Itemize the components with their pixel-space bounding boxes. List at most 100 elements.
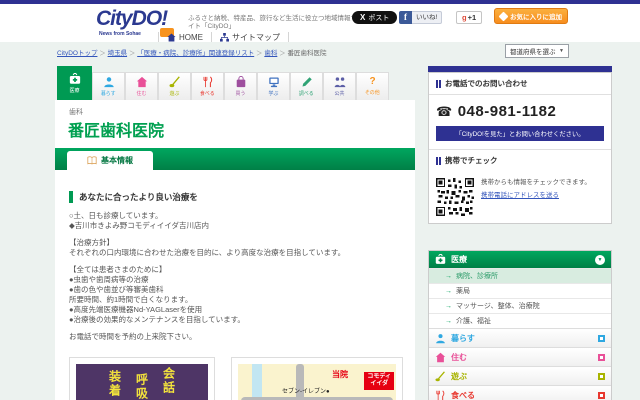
double-bar-icon [436,157,438,165]
send-address-link[interactable]: 携帯電話にアドレスを送る [481,191,559,200]
prefecture-select-label: 都道府県を選ぶ [510,46,556,56]
fork-knife-icon [202,76,214,88]
breadcrumb-separator: ＞ [99,50,106,57]
expand-icon[interactable] [598,392,605,399]
description-line [69,258,401,265]
map: 当院 コモディ イイダ セブン-イレブン● [238,364,396,400]
expand-icon[interactable] [598,354,605,361]
menu-medical-header[interactable]: 医療 ▼ [429,251,611,268]
clinic-poster-photo[interactable]: 会話 呼吸 装着 [69,357,215,400]
tab-label: 買う [236,89,246,96]
tab-learn[interactable]: 学ぶ [257,72,290,100]
menu-category-play[interactable]: 遊ぶ [429,366,611,385]
qr-description: 携帯からも情報をチェックできます。 携帯電話にアドレスを送る [481,178,604,216]
description-line: 所要時間、約1時間で白くなります。 [69,295,401,305]
contact-box: お電話でのお問い合わせ ☎ 048-981-1182 「CityDO!を見た」と… [428,72,612,224]
map-convenience-label: セブン-イレブン● [282,386,330,395]
map-clinic-label: 当院 [332,369,348,380]
tab-housing[interactable]: 住む [125,72,158,100]
medical-icon [435,254,446,265]
poster-image: 会話 呼吸 装着 [76,364,208,400]
nav-home-link[interactable]: HOME [167,33,203,42]
google-plus-one-button[interactable]: g +1 [456,11,482,24]
menu-item-massage[interactable]: → マッサージ、整体、治療院 [429,298,611,313]
medical-icon [69,73,81,85]
x-post-button[interactable]: X ポスト [352,11,397,24]
info-tab-bar: 基本情報 [55,148,415,170]
tab-label: その他 [365,88,380,95]
tab-medical[interactable]: 医療 [57,66,92,100]
menu-category-eat[interactable]: 食べる [429,385,611,400]
arrow-right-icon: → [445,273,452,280]
tab-basic-info[interactable]: 基本情報 [67,151,153,170]
prefecture-select[interactable]: 都道府県を選ぶ ▼ [505,44,569,58]
house-icon [435,352,446,363]
section-heading: あなたに合ったより良い治療を [69,191,401,203]
citydo-logo[interactable]: CityDO! [96,7,167,31]
category-label: 歯科 [69,107,415,117]
contact-box-title: お電話でのお問い合わせ [429,73,611,95]
description-line: ●高度先端医療機器Nd-YAGLaserを使用 [69,305,401,315]
category-label: 食べる [451,390,475,400]
menu-category-housing[interactable]: 住む [429,347,611,366]
poster-text: 会話 [161,367,178,400]
collapse-icon[interactable]: ▼ [595,255,605,265]
menu-item-pharmacy[interactable]: → 薬局 [429,283,611,298]
description-line: お電話で時間を予約の上来院下さい。 [69,332,401,342]
tab-shop[interactable]: 買う [224,72,257,100]
breadcrumb-category[interactable]: 歯科 [264,50,277,57]
description-line: ●虫歯や歯周病等の治療 [69,275,401,285]
page-title: 番匠歯科医院 [68,117,415,141]
arrow-right-icon: → [445,318,452,325]
tab-search[interactable]: 調べる [290,72,323,100]
poster-text: 呼吸 [134,373,151,400]
qr-code [436,178,474,216]
add-favorite-button[interactable]: お気に入りに追加 [494,8,568,24]
description-line: ●治療後の効果的なメンテナンスを目指しています。 [69,315,401,325]
menu-item-care[interactable]: → 介護、福祉 [429,313,611,328]
expand-icon[interactable] [598,335,605,342]
tab-eat[interactable]: 食べる [191,72,224,100]
tab-label: 住む [137,89,147,96]
menu-category-living[interactable]: 暮らす [429,328,611,347]
tab-play[interactable]: 遊ぶ [158,72,191,100]
content-zone: CityDOトップ ＞ 埼玉県 ＞ 「医療・病院、診療所」関連登録リスト ＞ 歯… [0,42,640,400]
tab-living[interactable]: 暮らす [92,72,125,100]
tab-public[interactable]: 公共 [323,72,356,100]
access-map-image[interactable]: 当院 コモディ イイダ セブン-イレブン● [231,357,403,400]
category-tab-bar: 医療 暮らす 住む 遊ぶ 食べる 買う [57,64,415,103]
book-icon [87,156,97,165]
fork-knife-icon [435,390,446,400]
breadcrumb-list[interactable]: 「医療・病院、診療所」関連登録リスト [137,50,254,57]
x-icon: X [360,13,365,22]
menu-item-label: 介護、福祉 [456,316,491,326]
tab-other[interactable]: ? その他 [356,72,389,100]
nav-home-label: HOME [179,33,203,42]
phone-note-banner: 「CityDO!を見た」とお問い合わせください。 [436,126,604,141]
photo-row: 会話 呼吸 装着 当院 コモディ イ [69,357,415,400]
phone-icon: ☎ [436,104,453,120]
post-label: ポスト [368,13,389,23]
people-icon [334,76,346,88]
facebook-like-button[interactable]: f いいね! [399,11,442,24]
site-description: ふるさと納税、特産品、旅行など生活に役立つ地域情報サイト「CityDO」 [188,15,358,31]
divider [158,32,159,42]
description-line [69,231,401,238]
main-content: 歯科 番匠歯科医院 基本情報 あなたに合ったより良い治療を ○土、日も診療してい… [55,100,415,400]
nav-sitemap-link[interactable]: サイトマップ [220,32,280,43]
house-icon [136,76,148,88]
menu-header-label: 医療 [451,254,467,265]
nav-sitemap-label: サイトマップ [232,32,280,43]
menu-item-hospitals[interactable]: → 病院、診療所 [429,268,611,283]
facebook-icon: f [399,11,412,24]
breadcrumb-separator: ＞ [129,50,136,57]
expand-icon[interactable] [598,373,605,380]
sidebar: お電話でのお問い合わせ ☎ 048-981-1182 「CityDO!を見た」と… [428,66,612,400]
poster-text: 装着 [107,370,124,400]
description-line: 【全ては患者さまのために】 [69,265,401,275]
tab-label: 食べる [200,89,215,96]
breadcrumb-home[interactable]: CityDOトップ [57,50,97,57]
tab-label: 遊ぶ [170,89,180,96]
mobile-title-label: 携帯でチェック [445,155,498,166]
breadcrumb-prefecture[interactable]: 埼玉県 [108,50,128,57]
